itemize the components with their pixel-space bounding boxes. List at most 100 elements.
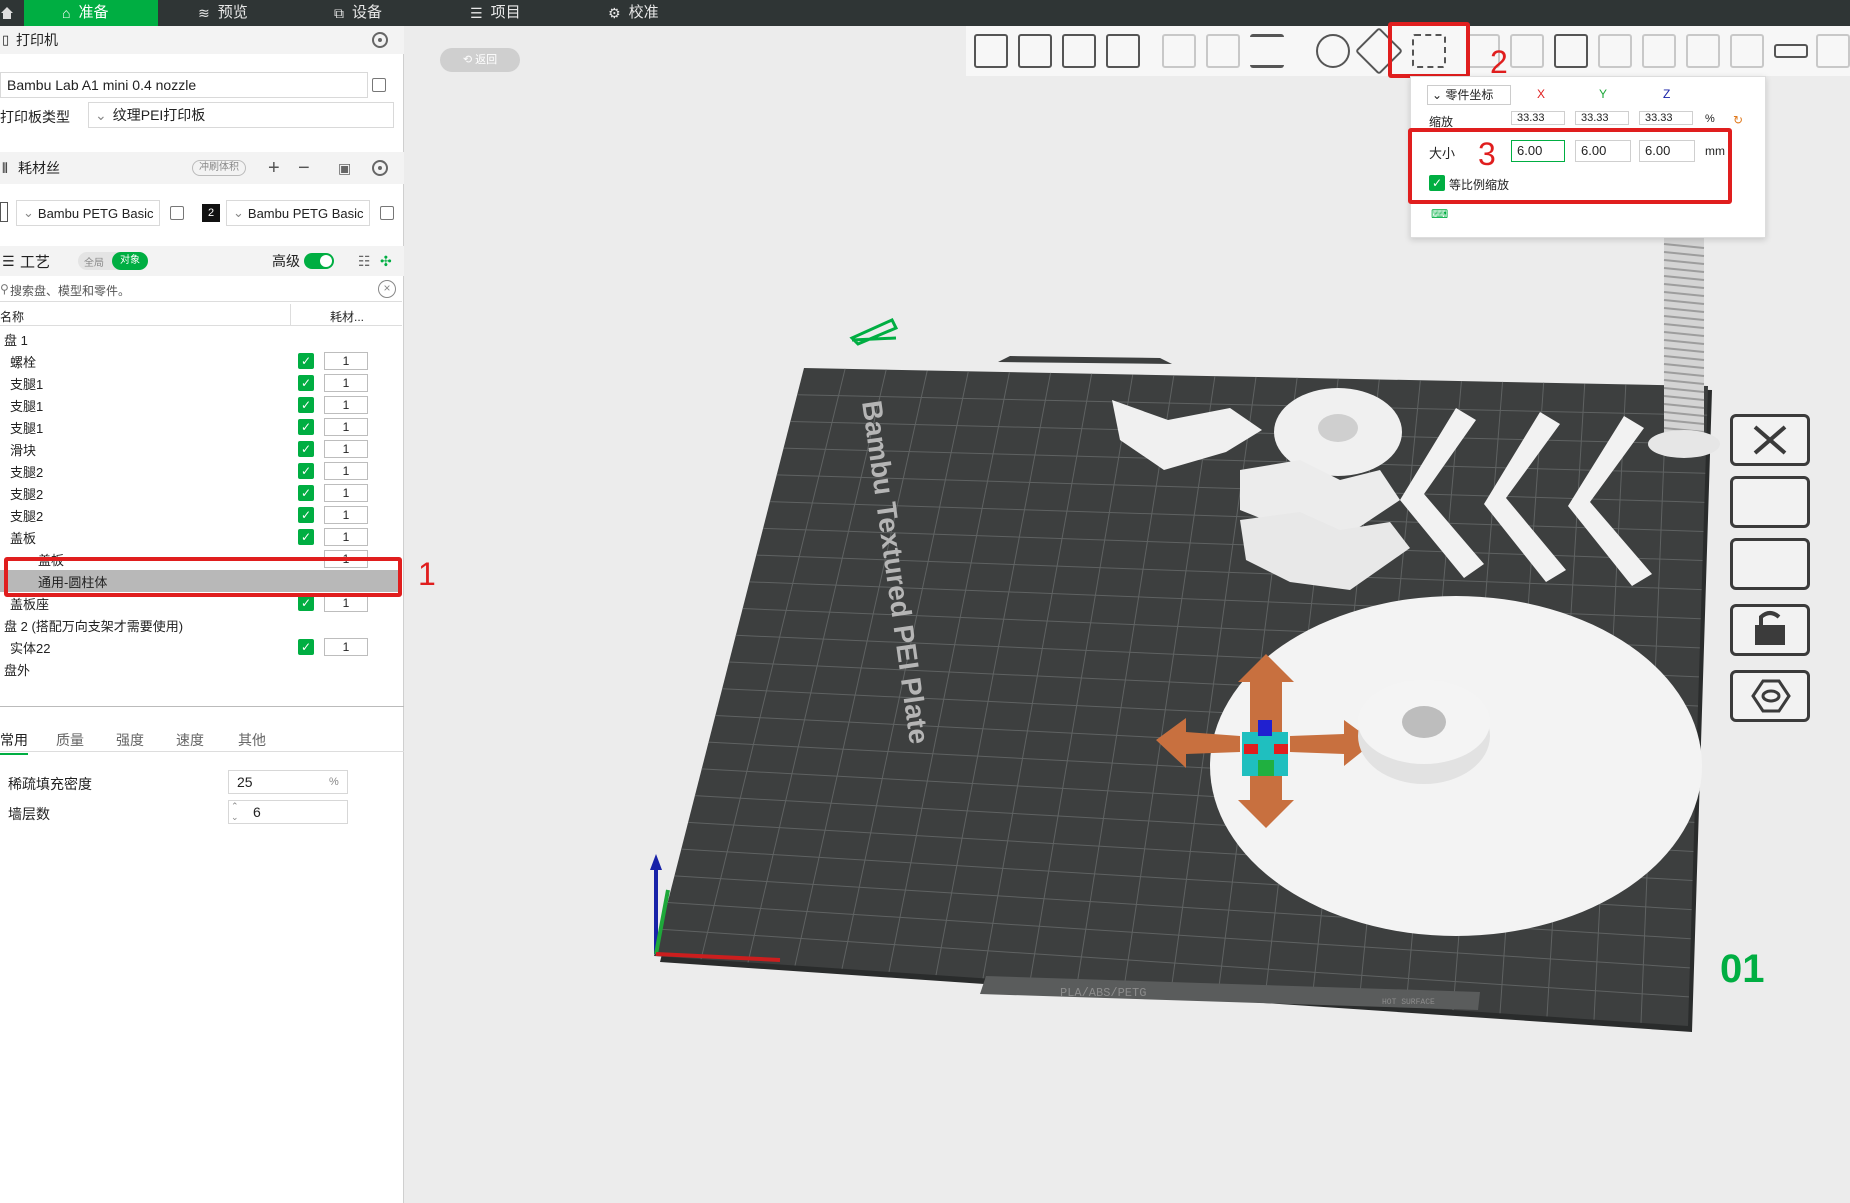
auto-orient-plate-button[interactable] [1730, 476, 1810, 528]
auto-orient-icon[interactable] [1062, 34, 1096, 68]
measure-icon[interactable] [1774, 44, 1808, 58]
3d-viewport[interactable]: Bambu Textured PEI Plate PLA/ABS/PETG HO… [404, 76, 1850, 1203]
filament-index-input[interactable]: 1 [324, 506, 368, 524]
plate-type-select[interactable]: ⌄ 纹理PEI打印板 [88, 102, 394, 128]
delete-plate-button[interactable] [1730, 414, 1810, 466]
filament-section-header: ⫴ 耗材丝 冲刷体积 + − ▣ [0, 152, 404, 184]
scale-y-input[interactable]: 33.33 [1575, 111, 1629, 125]
tab-prepare[interactable]: ⌂ 准备 [24, 0, 158, 26]
paste-icon[interactable] [1206, 34, 1240, 68]
tab-other[interactable]: 其他 [238, 730, 266, 750]
reset-scale-icon[interactable]: ↻ [1733, 113, 1743, 127]
printer-edit-icon[interactable] [372, 78, 386, 92]
tab-device[interactable]: ⧉ 设备 [334, 0, 434, 26]
filament-slot-2-edit-icon[interactable] [380, 206, 394, 220]
add-plate-icon[interactable] [1018, 34, 1052, 68]
boolean-icon[interactable] [1554, 34, 1588, 68]
add-filament-button[interactable]: + [268, 157, 280, 180]
arrange-plate-button[interactable] [1730, 538, 1810, 590]
plate-number: 01 [1720, 947, 1765, 991]
visibility-checkbox[interactable]: ✓ [298, 397, 314, 413]
visibility-checkbox[interactable]: ✓ [298, 441, 314, 457]
tree-row[interactable]: 盘外 [0, 658, 400, 680]
filament-index-input[interactable]: 1 [324, 374, 368, 392]
visibility-checkbox[interactable]: ✓ [298, 419, 314, 435]
filament-sync-icon[interactable]: ▣ [338, 160, 351, 177]
back-button[interactable]: ⟲ 返回 [440, 48, 520, 72]
tab-speed[interactable]: 速度 [176, 730, 204, 750]
layers-icon[interactable] [1250, 34, 1284, 68]
tree-row[interactable]: 支腿1 ✓ 1 [0, 372, 400, 394]
printer-settings-gear-icon[interactable] [372, 32, 388, 48]
search-input[interactable]: 搜索盘、模型和零件。 [10, 282, 130, 299]
scale-z-input[interactable]: 33.33 [1639, 111, 1693, 125]
plate-settings-button[interactable] [1730, 670, 1810, 722]
tree-row[interactable]: 实体22 ✓ 1 [0, 636, 400, 658]
coordinate-dropdown[interactable]: ⌄ 零件坐标 [1427, 85, 1511, 105]
cut-icon[interactable] [1510, 34, 1544, 68]
clear-search-icon[interactable]: × [378, 280, 396, 298]
advanced-toggle[interactable] [304, 253, 334, 269]
list-view-icon[interactable]: ☷ [358, 253, 371, 270]
visibility-checkbox[interactable]: ✓ [298, 595, 314, 611]
filament-index-input[interactable]: 1 [324, 396, 368, 414]
filament-index-input[interactable]: 1 [324, 484, 368, 502]
tree-row[interactable]: 支腿1 ✓ 1 [0, 416, 400, 438]
printer-select[interactable]: Bambu Lab A1 mini 0.4 nozzle [0, 72, 368, 98]
infill-density-input[interactable]: 25 % [228, 770, 348, 794]
filament-index-input[interactable]: 1 [324, 638, 368, 656]
tree-row[interactable]: 支腿2 ✓ 1 [0, 504, 400, 526]
filament-index-input[interactable]: 1 [324, 528, 368, 546]
keyboard-icon[interactable]: ⌨ [1431, 207, 1448, 221]
move-icon[interactable] [1316, 34, 1350, 68]
filament-slot-2-select[interactable]: ⌄ Bambu PETG Basic [226, 200, 370, 226]
flush-volume-button[interactable]: 冲刷体积 [192, 160, 246, 176]
tree-row[interactable]: 滑块 ✓ 1 [0, 438, 400, 460]
tree-row[interactable]: 支腿2 ✓ 1 [0, 482, 400, 504]
lock-plate-button[interactable] [1730, 604, 1810, 656]
scale-x-input[interactable]: 33.33 [1511, 111, 1565, 125]
global-object-toggle[interactable]: 全局 对象 [78, 252, 148, 270]
home-icon[interactable] [0, 0, 22, 26]
filament-index-input[interactable]: 1 [324, 462, 368, 480]
remove-filament-button[interactable]: − [298, 157, 310, 180]
visibility-checkbox[interactable]: ✓ [298, 375, 314, 391]
tab-strength[interactable]: 强度 [116, 730, 144, 750]
tab-common[interactable]: 常用 [0, 730, 28, 755]
tree-row[interactable]: 支腿2 ✓ 1 [0, 460, 400, 482]
tree-row[interactable]: 盘 2 (搭配万向支架才需要使用) [0, 614, 400, 636]
filament-settings-gear-icon[interactable] [372, 160, 388, 176]
tree-row[interactable]: 支腿1 ✓ 1 [0, 394, 400, 416]
filament-slot-1-edit-icon[interactable] [170, 206, 184, 220]
tab-project[interactable]: ☰ 项目 [470, 0, 570, 26]
visibility-checkbox[interactable]: ✓ [298, 353, 314, 369]
tree-row-label: 盘 2 (搭配万向支架才需要使用) [4, 618, 184, 634]
visibility-checkbox[interactable]: ✓ [298, 485, 314, 501]
visibility-checkbox[interactable]: ✓ [298, 463, 314, 479]
tab-quality[interactable]: 质量 [56, 730, 84, 750]
visibility-checkbox[interactable]: ✓ [298, 639, 314, 655]
support-paint-icon[interactable] [1598, 34, 1632, 68]
wall-count-input[interactable]: ⌃ ⌄ 6 [228, 800, 348, 824]
copy-icon[interactable] [1162, 34, 1196, 68]
add-object-icon[interactable] [974, 34, 1008, 68]
tree-row[interactable]: 螺栓 ✓ 1 [0, 350, 400, 372]
filament-section-title: 耗材丝 [18, 160, 60, 176]
tab-calibration[interactable]: ⚙ 校准 [608, 0, 708, 26]
tab-preview[interactable]: ≋ 预览 [198, 0, 298, 26]
tree-row[interactable]: 盖板 ✓ 1 [0, 526, 400, 548]
color-paint-icon[interactable] [1730, 34, 1764, 68]
stepper-icon[interactable]: ⌃ ⌄ [231, 801, 239, 823]
filament-index-input[interactable]: 1 [324, 440, 368, 458]
settings-branch-icon[interactable]: ✣ [380, 253, 392, 270]
tree-row[interactable]: 盘 1 [0, 328, 400, 350]
arrange-icon[interactable] [1106, 34, 1140, 68]
filament-index-input[interactable]: 1 [324, 418, 368, 436]
seam-paint-icon[interactable] [1642, 34, 1676, 68]
filament-index-input[interactable]: 1 [324, 352, 368, 370]
text-icon[interactable] [1686, 34, 1720, 68]
visibility-checkbox[interactable]: ✓ [298, 529, 314, 545]
filament-slot-1-select[interactable]: ⌄ Bambu PETG Basic [16, 200, 160, 226]
assembly-icon[interactable] [1816, 34, 1850, 68]
visibility-checkbox[interactable]: ✓ [298, 507, 314, 523]
